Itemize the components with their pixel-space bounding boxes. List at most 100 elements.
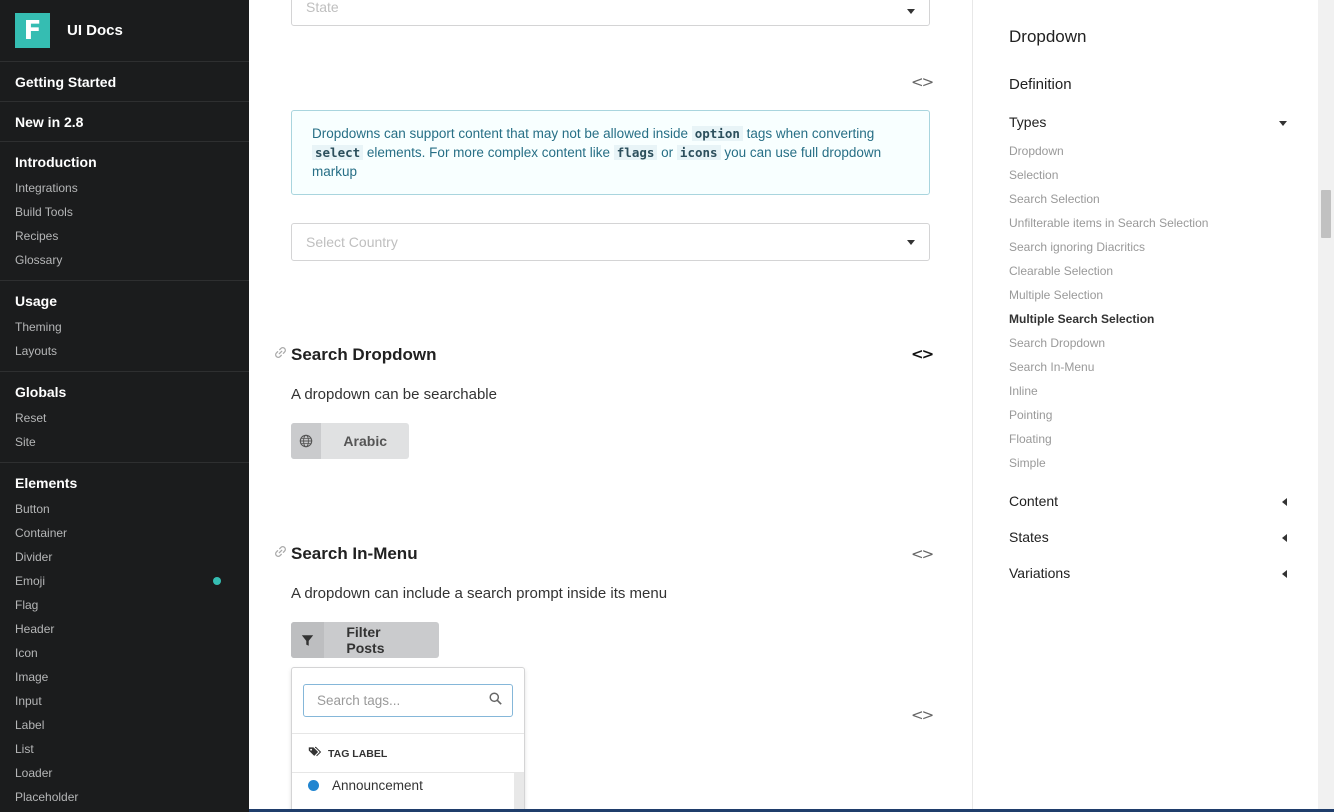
nav-item-label: Emoji — [15, 574, 46, 588]
toc-item-search-selection[interactable]: Search Selection — [1009, 192, 1100, 206]
code-option: option — [691, 126, 743, 141]
table-of-contents: Dropdown Definition Types Dropdown Selec… — [972, 0, 1318, 812]
nav-item-input[interactable]: Input — [0, 689, 249, 713]
code-select: select — [312, 145, 364, 160]
nav-item-list[interactable]: List — [0, 737, 249, 761]
nav-item-image[interactable]: Image — [0, 665, 249, 689]
nav-item-integrations[interactable]: Integrations — [0, 176, 249, 200]
country-dropdown[interactable]: Select Country — [291, 223, 930, 261]
toc-item-clearable[interactable]: Clearable Selection — [1009, 264, 1113, 278]
search-icon — [489, 692, 502, 705]
brand[interactable]: F UI Docs — [0, 0, 249, 62]
section-title-search-dropdown: Search Dropdown — [291, 345, 437, 364]
menu-item-list: Announcement — [292, 772, 524, 812]
nav-item-theming[interactable]: Theming — [0, 315, 249, 339]
section-title-search-in-menu: Search In-Menu — [291, 544, 418, 563]
chevron-left-icon[interactable] — [1282, 570, 1287, 578]
section-description: A dropdown can be searchable — [291, 386, 497, 403]
toc-item-floating[interactable]: Floating — [1009, 432, 1052, 446]
nav-heading[interactable]: Globals — [0, 381, 249, 403]
filter-posts-button[interactable]: Filter Posts — [291, 622, 439, 658]
nav-new-in-2-8[interactable]: New in 2.8 — [0, 102, 249, 142]
sidebar: F UI Docs Getting Started New in 2.8 Int… — [0, 0, 249, 812]
toc-variations[interactable]: Variations — [1009, 565, 1070, 581]
nav-item-recipes[interactable]: Recipes — [0, 224, 249, 248]
code-flags: flags — [613, 145, 658, 160]
toc-definition[interactable]: Definition — [1009, 76, 1072, 93]
toc-item-multiple[interactable]: Multiple Selection — [1009, 288, 1103, 302]
toc-item-diacritics[interactable]: Search ignoring Diacritics — [1009, 240, 1145, 254]
globe-icon — [291, 423, 322, 459]
anchor-link-icon[interactable] — [274, 545, 287, 561]
menu-item-announcement[interactable]: Announcement — [308, 778, 423, 793]
nav-item-header[interactable]: Header — [0, 617, 249, 641]
language-dropdown-button[interactable]: Arabic — [291, 423, 409, 459]
code-toggle-icon[interactable]: <> — [911, 545, 934, 563]
nav-item-layouts[interactable]: Layouts — [0, 339, 249, 363]
toc-item-unfilterable[interactable]: Unfilterable items in Search Selection — [1009, 216, 1208, 230]
toc-item-pointing[interactable]: Pointing — [1009, 408, 1052, 422]
nav-item-flag[interactable]: Flag — [0, 593, 249, 617]
info-text: or — [657, 145, 677, 160]
nav-item-glossary[interactable]: Glossary — [0, 248, 249, 272]
menu-divider — [292, 733, 524, 734]
nav-section-globals: Globals Reset Site — [0, 372, 249, 463]
nav-item-emoji[interactable]: Emoji — [0, 569, 249, 593]
toc-types[interactable]: Types — [1009, 114, 1046, 130]
nav-item-divider[interactable]: Divider — [0, 545, 249, 569]
logo[interactable]: F — [15, 13, 50, 48]
color-dot — [308, 780, 319, 791]
toc-content[interactable]: Content — [1009, 493, 1058, 509]
nav-item-reset[interactable]: Reset — [0, 406, 249, 430]
nav-item-site[interactable]: Site — [0, 430, 249, 454]
code-toggle-icon[interactable]: <> — [911, 345, 934, 363]
tag-search-input[interactable]: Search tags... — [303, 684, 513, 717]
info-text: tags when converting — [742, 126, 875, 141]
toc-item-selection[interactable]: Selection — [1009, 168, 1058, 182]
dropdown-caret-icon — [907, 240, 915, 245]
filter-icon — [291, 622, 325, 658]
nav-section-introduction: Introduction Integrations Build Tools Re… — [0, 142, 249, 281]
toc-item-search-in-menu[interactable]: Search In-Menu — [1009, 360, 1094, 374]
nav-item-button[interactable]: Button — [0, 497, 249, 521]
toc-states[interactable]: States — [1009, 529, 1049, 545]
new-badge-dot — [213, 577, 221, 585]
nav-section-usage: Usage Theming Layouts — [0, 281, 249, 372]
language-button-label: Arabic — [343, 433, 387, 449]
toc-item-inline[interactable]: Inline — [1009, 384, 1038, 398]
chevron-down-icon[interactable] — [1279, 121, 1287, 126]
toc-item-search-dropdown[interactable]: Search Dropdown — [1009, 336, 1105, 350]
nav-heading[interactable]: Usage — [0, 290, 249, 312]
section-description: A dropdown can include a search prompt i… — [291, 585, 668, 602]
chevron-left-icon[interactable] — [1282, 534, 1287, 542]
code-icons: icons — [676, 145, 721, 160]
toc-item-multiple-search[interactable]: Multiple Search Selection — [1009, 312, 1154, 326]
country-dropdown-placeholder: Select Country — [306, 234, 398, 250]
page-scrollbar-thumb[interactable] — [1321, 190, 1331, 238]
menu-scrollbar[interactable] — [514, 773, 524, 812]
anchor-link-icon[interactable] — [274, 346, 287, 362]
tags-icon — [308, 746, 322, 761]
menu-header-label: TAG LABEL — [328, 747, 388, 760]
state-dropdown[interactable]: State — [291, 0, 930, 26]
nav-heading[interactable]: Elements — [0, 472, 249, 494]
info-text: elements. For more complex content like — [363, 145, 614, 160]
page-scrollbar[interactable] — [1318, 0, 1334, 812]
nav-item-container[interactable]: Container — [0, 521, 249, 545]
chevron-left-icon[interactable] — [1282, 498, 1287, 506]
filter-posts-label: Filter Posts — [346, 624, 385, 656]
nav-item-icon[interactable]: Icon — [0, 641, 249, 665]
tag-filter-menu: Search tags... TAG LABEL Announcement — [291, 667, 525, 812]
state-dropdown-placeholder: State — [306, 0, 339, 15]
brand-title[interactable]: UI Docs — [67, 22, 123, 39]
nav-heading[interactable]: Introduction — [0, 151, 249, 173]
code-toggle-icon[interactable]: <> — [911, 706, 934, 724]
nav-getting-started[interactable]: Getting Started — [0, 62, 249, 102]
nav-item-loader[interactable]: Loader — [0, 761, 249, 785]
code-toggle-icon[interactable]: <> — [911, 73, 934, 91]
toc-item-simple[interactable]: Simple — [1009, 456, 1046, 470]
nav-item-label[interactable]: Label — [0, 713, 249, 737]
nav-item-placeholder[interactable]: Placeholder — [0, 785, 249, 809]
nav-item-build-tools[interactable]: Build Tools — [0, 200, 249, 224]
toc-item-dropdown[interactable]: Dropdown — [1009, 144, 1064, 158]
